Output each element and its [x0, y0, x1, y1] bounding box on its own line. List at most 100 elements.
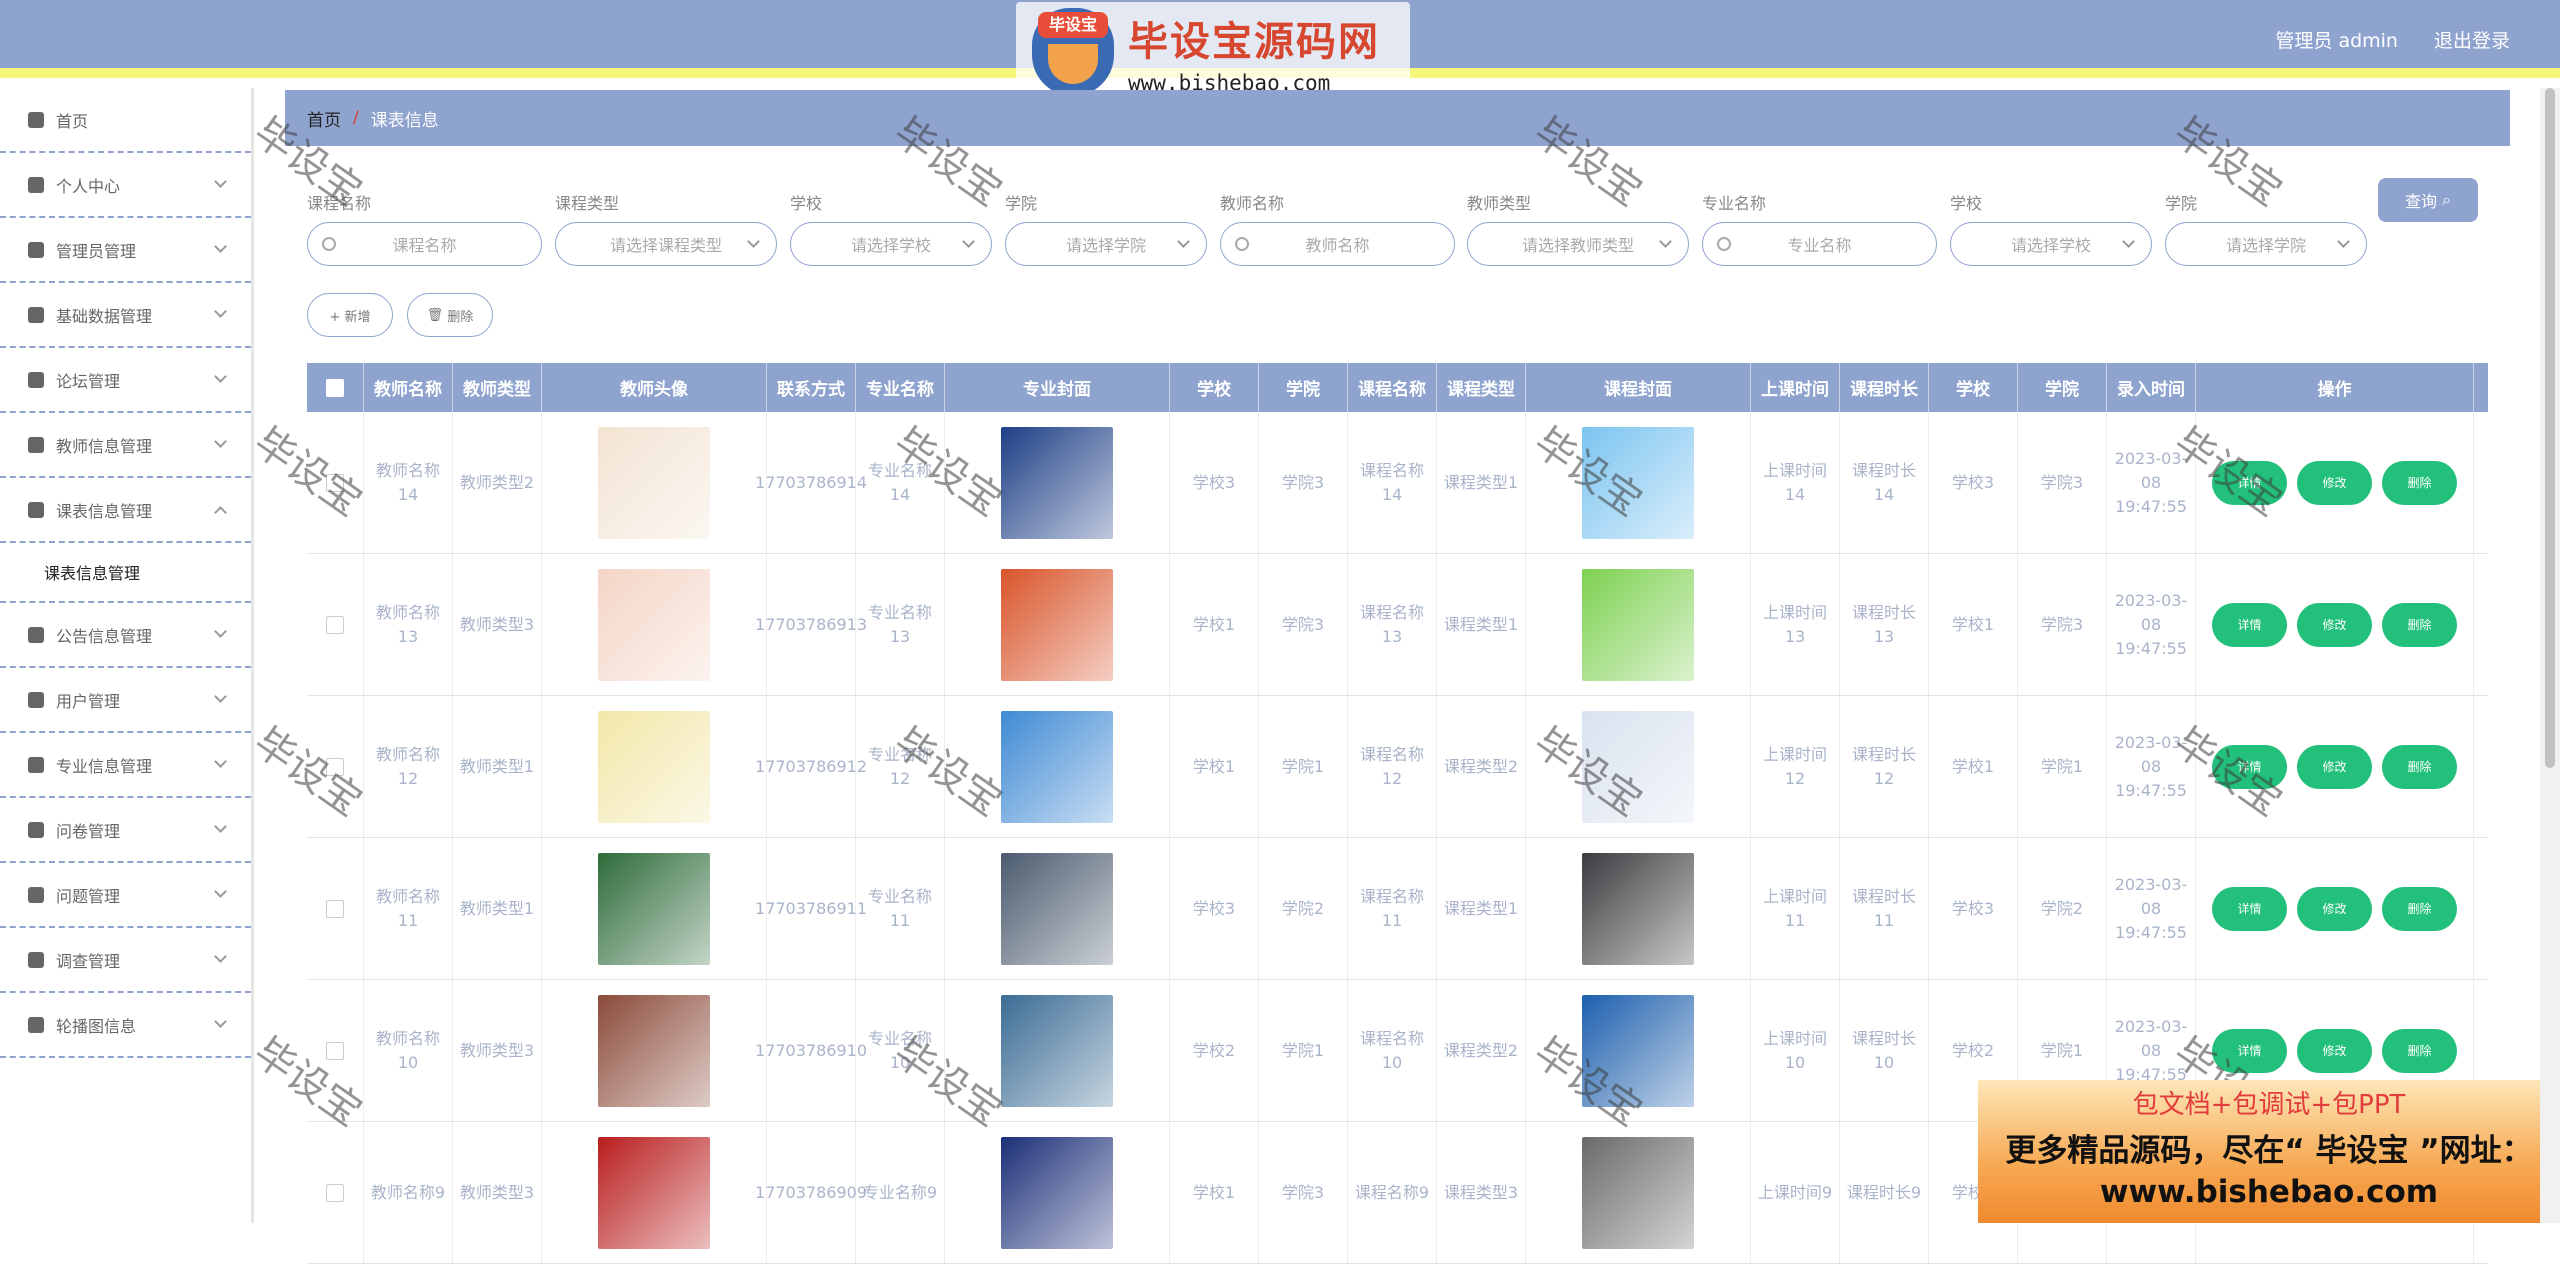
logout-link[interactable]: 退出登录: [2434, 26, 2510, 53]
add-button[interactable]: + 新增: [307, 293, 393, 337]
teacher-avatar-image[interactable]: [598, 852, 710, 965]
sidebar-item-14[interactable]: 轮播图信息: [0, 993, 251, 1058]
chevron-down-icon: [214, 690, 227, 703]
detail-button[interactable]: 详情: [2212, 886, 2287, 931]
detail-button[interactable]: 详情: [2212, 744, 2287, 789]
row-checkbox-cell[interactable]: [307, 696, 364, 837]
course-cover-image[interactable]: [1582, 994, 1694, 1107]
cell-school: 学校2: [1170, 980, 1259, 1121]
delete-button[interactable]: 删除: [2382, 744, 2457, 789]
delete-button[interactable]: 删除: [2382, 1028, 2457, 1073]
row-checkbox[interactable]: [326, 1041, 344, 1060]
page-scrollbar[interactable]: [2540, 88, 2560, 1223]
sidebar-item-11[interactable]: 问卷管理: [0, 798, 251, 863]
course-cover-image[interactable]: [1582, 1136, 1694, 1249]
course-cover-image[interactable]: [1582, 710, 1694, 823]
course-cover-image[interactable]: [1582, 568, 1694, 681]
select-dropdown[interactable]: 请选择教师类型: [1467, 222, 1689, 266]
chevron-up-icon: [214, 506, 227, 519]
major-cover-image[interactable]: [1001, 568, 1113, 681]
sidebar-item-12[interactable]: 问题管理: [0, 863, 251, 928]
delete-button[interactable]: 删除: [2382, 602, 2457, 647]
select-dropdown[interactable]: 请选择学院: [2165, 222, 2367, 266]
row-checkbox[interactable]: [326, 899, 344, 918]
edit-button[interactable]: 修改: [2297, 1028, 2372, 1073]
column-header-0[interactable]: [307, 363, 364, 412]
grid-icon: [28, 371, 44, 388]
sidebar-item-1[interactable]: 个人中心: [0, 153, 251, 218]
teacher-avatar-image[interactable]: [598, 568, 710, 681]
course-cover-image[interactable]: [1582, 852, 1694, 965]
sidebar-item-13[interactable]: 调查管理: [0, 928, 251, 993]
major-cover-image[interactable]: [1001, 994, 1113, 1107]
search-input[interactable]: 专业名称: [1702, 222, 1937, 266]
sidebar-item-10[interactable]: 专业信息管理: [0, 733, 251, 798]
filter-placeholder: 专业名称: [1787, 236, 1852, 255]
cell-college2: 学院3: [2018, 412, 2107, 553]
cell-ctype: 课程类型1: [1437, 412, 1526, 553]
table-row[interactable]: 教师名称14 教师类型2 17703786914 专业名称14 学校3 学院3 课程名称14…: [307, 412, 2488, 554]
course-cover-image[interactable]: [1582, 426, 1694, 539]
column-header-11: 课程封面: [1526, 363, 1751, 412]
query-button[interactable]: 查询 ⌕: [2378, 178, 2478, 222]
detail-button[interactable]: 详情: [2212, 1028, 2287, 1073]
row-checkbox-cell[interactable]: [307, 554, 364, 695]
teacher-avatar-image[interactable]: [598, 710, 710, 823]
row-checkbox-cell[interactable]: [307, 980, 364, 1121]
promo-line-3: www.bishebao.com: [2099, 1174, 2439, 1210]
table-row[interactable]: 教师名称13 教师类型3 17703786913 专业名称13 学校1 学院3 课程名称13…: [307, 554, 2488, 696]
row-checkbox[interactable]: [326, 615, 344, 634]
sidebar-item-6[interactable]: 课表信息管理: [0, 478, 251, 543]
major-cover-image[interactable]: [1001, 852, 1113, 965]
cell-college2: 学院1: [2018, 696, 2107, 837]
sidebar-item-0[interactable]: 首页: [0, 88, 251, 153]
teacher-avatar-image[interactable]: [598, 994, 710, 1107]
delete-button[interactable]: 删除: [2382, 460, 2457, 505]
delete-button[interactable]: 删除: [2382, 886, 2457, 931]
row-checkbox-cell[interactable]: [307, 1122, 364, 1263]
row-checkbox[interactable]: [326, 473, 344, 492]
sidebar-item-9[interactable]: 用户管理: [0, 668, 251, 733]
teacher-avatar-image[interactable]: [598, 426, 710, 539]
major-cover-image[interactable]: [1001, 1136, 1113, 1249]
select-all-checkbox[interactable]: [326, 378, 344, 397]
search-icon: [1717, 237, 1731, 251]
cell-major: 专业名称12: [856, 696, 945, 837]
delete-button[interactable]: 🗑 删除: [407, 293, 493, 337]
row-checkbox-cell[interactable]: [307, 412, 364, 553]
edit-button[interactable]: 修改: [2297, 886, 2372, 931]
select-dropdown[interactable]: 请选择课程类型: [555, 222, 777, 266]
teacher-avatar-image[interactable]: [598, 1136, 710, 1249]
edit-button[interactable]: 修改: [2297, 602, 2372, 647]
detail-button[interactable]: 详情: [2212, 602, 2287, 647]
select-dropdown[interactable]: 请选择学校: [790, 222, 992, 266]
image-cell: [945, 838, 1170, 979]
table-row[interactable]: 教师名称11 教师类型1 17703786911 专业名称11 学校3 学院2 课程名称11…: [307, 838, 2488, 980]
sidebar-item-5[interactable]: 教师信息管理: [0, 413, 251, 478]
major-cover-image[interactable]: [1001, 426, 1113, 539]
sidebar-item-2[interactable]: 管理员管理: [0, 218, 251, 283]
scrollbar-thumb[interactable]: [2545, 88, 2555, 768]
cell-college: 学院2: [1259, 838, 1348, 979]
row-checkbox[interactable]: [326, 757, 344, 776]
row-checkbox-cell[interactable]: [307, 838, 364, 979]
detail-button[interactable]: 详情: [2212, 460, 2287, 505]
sidebar-item-3[interactable]: 基础数据管理: [0, 283, 251, 348]
select-dropdown[interactable]: 请选择学校: [1950, 222, 2152, 266]
edit-button[interactable]: 修改: [2297, 744, 2372, 789]
table-row[interactable]: 教师名称12 教师类型1 17703786912 专业名称12 学校1 学院1 课程名称12…: [307, 696, 2488, 838]
sidebar-item-8[interactable]: 公告信息管理: [0, 603, 251, 668]
image-cell: [945, 980, 1170, 1121]
cell-school2: 学校3: [1929, 838, 2018, 979]
breadcrumb-home[interactable]: 首页: [307, 106, 341, 131]
row-checkbox[interactable]: [326, 1183, 344, 1202]
promo-line-2: 更多精品源码，尽在“ 毕设宝 ”网址：: [2005, 1133, 2533, 1169]
edit-button[interactable]: 修改: [2297, 460, 2372, 505]
promo-banner[interactable]: 包文档+包调试+包PPT 更多精品源码，尽在“ 毕设宝 ”网址： www.bis…: [1978, 1080, 2560, 1223]
search-input[interactable]: 课程名称: [307, 222, 542, 266]
select-dropdown[interactable]: 请选择学院: [1005, 222, 1207, 266]
search-input[interactable]: 教师名称: [1220, 222, 1455, 266]
sidebar-item-4[interactable]: 论坛管理: [0, 348, 251, 413]
sidebar-subitem-7[interactable]: 课表信息管理: [0, 543, 251, 603]
major-cover-image[interactable]: [1001, 710, 1113, 823]
